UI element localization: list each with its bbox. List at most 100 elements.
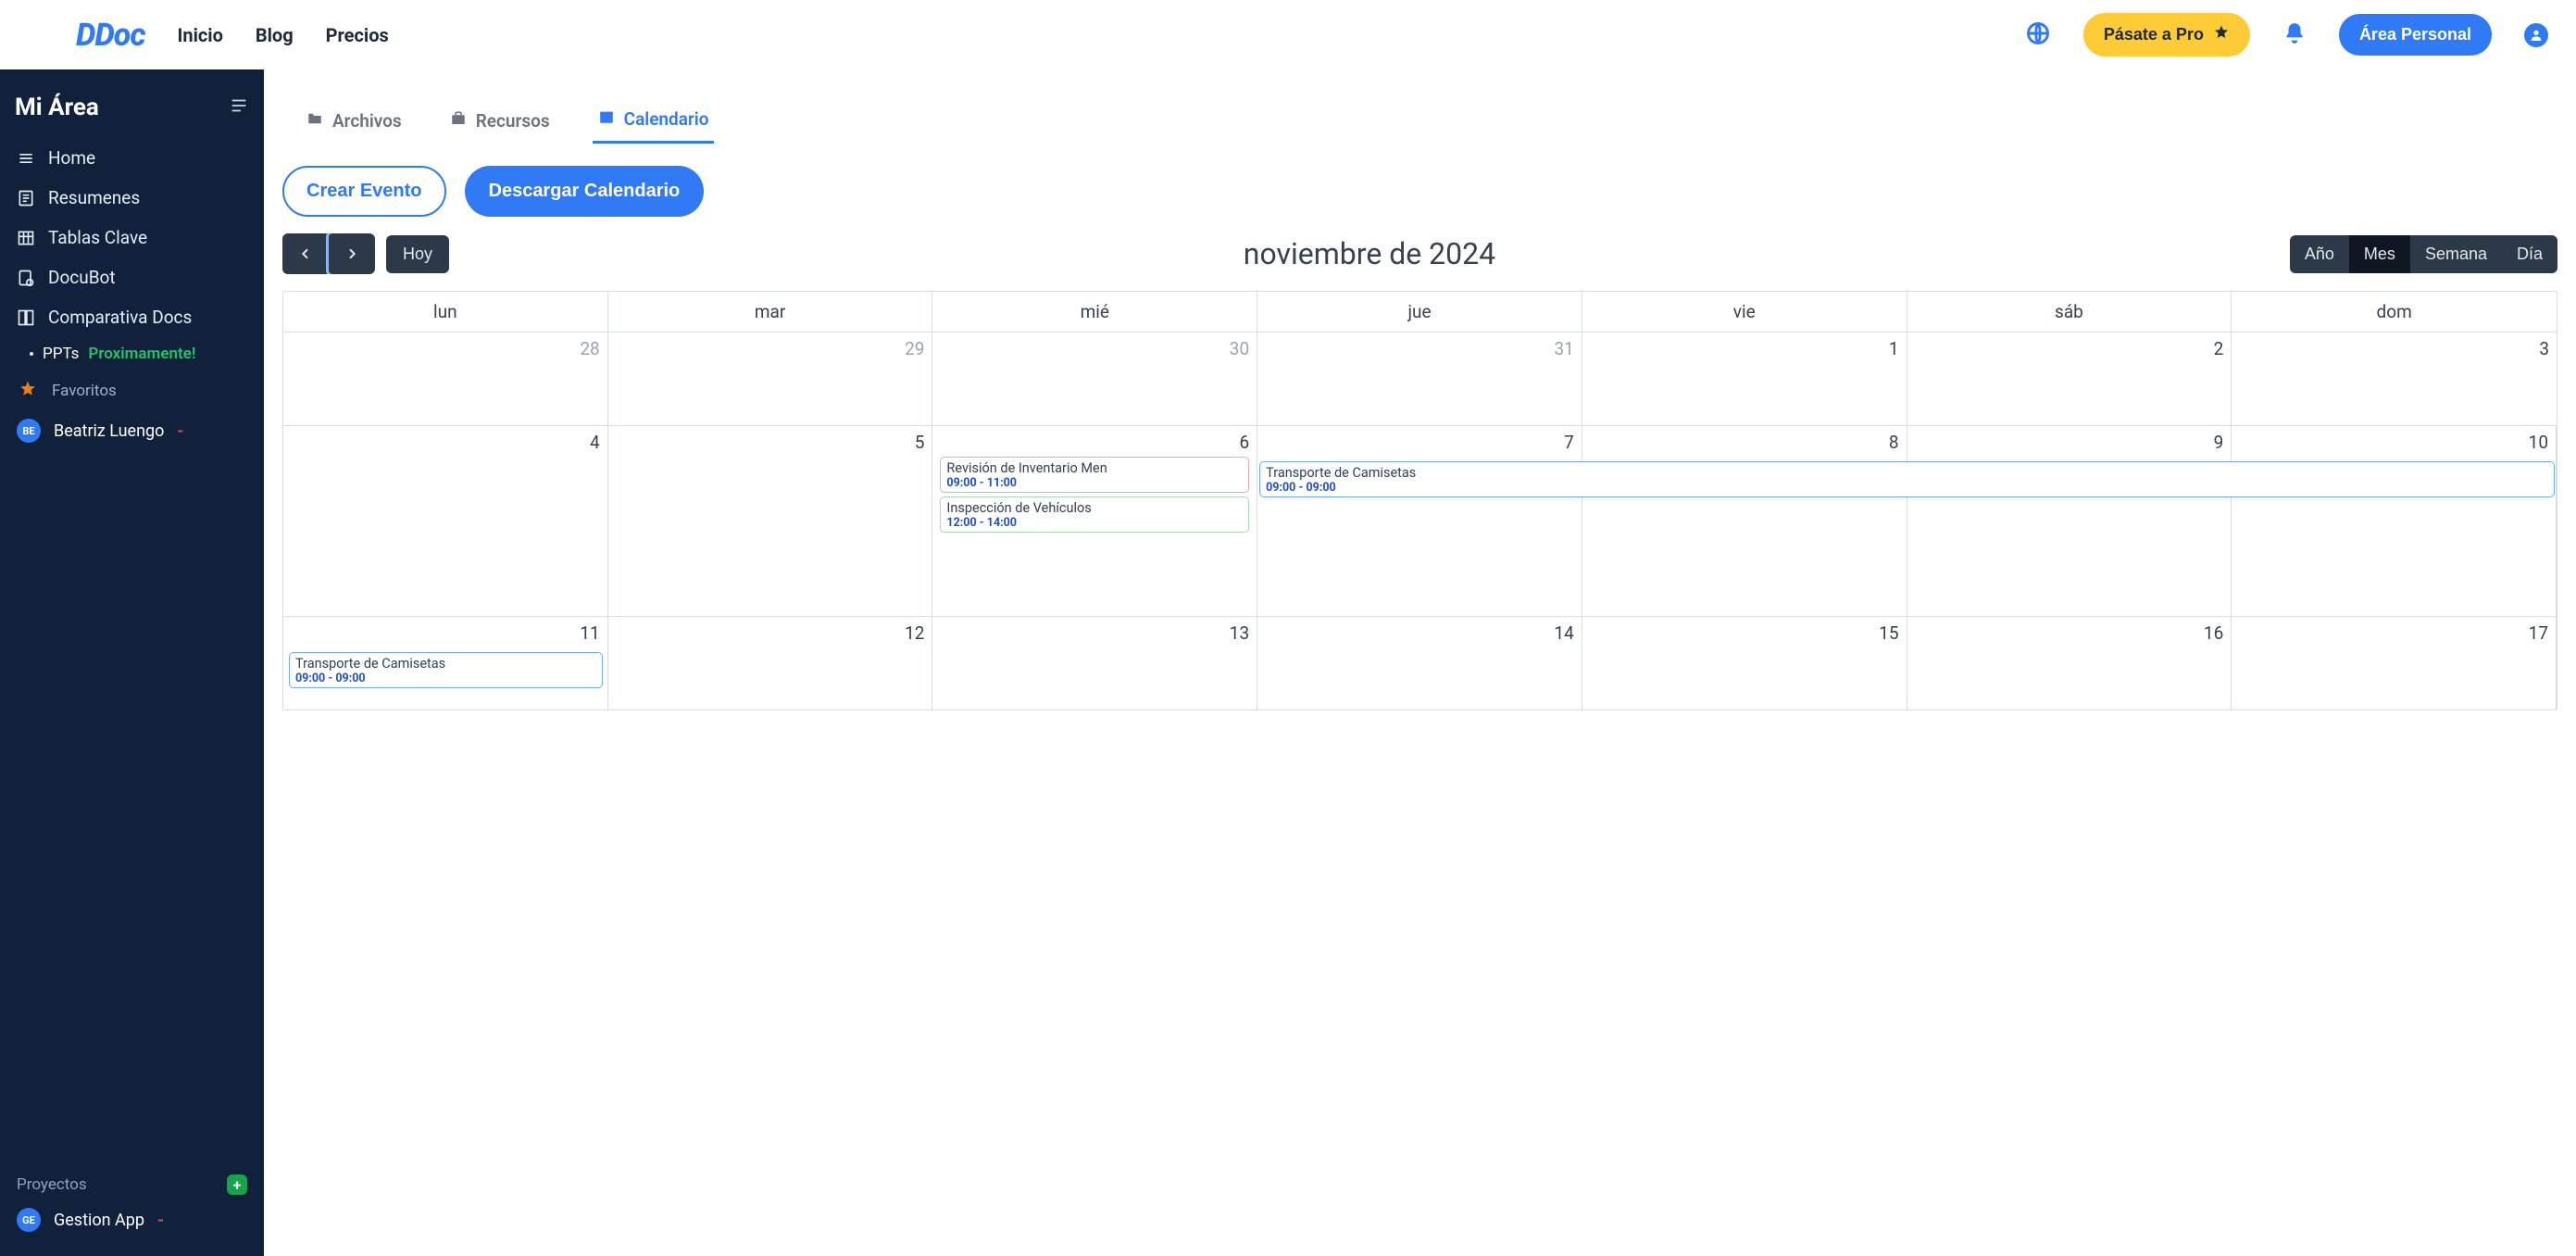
calendar-cell[interactable]: 8 xyxy=(1582,426,1907,616)
calendar-cell[interactable]: 29 xyxy=(608,333,933,425)
remove-project-button[interactable]: - xyxy=(157,1211,164,1230)
view-year-button[interactable]: Año xyxy=(2290,235,2349,273)
tab-label: Calendario xyxy=(624,108,709,130)
globe-icon[interactable] xyxy=(2025,20,2051,50)
day-number: 2 xyxy=(1915,336,2224,359)
weekday-label: lun xyxy=(283,292,608,332)
calendar-cell[interactable]: 6 Revisión de Inventario Men 09:00 - 11:… xyxy=(932,426,1257,616)
avatar-icon[interactable] xyxy=(2524,23,2548,47)
nav-link-blog[interactable]: Blog xyxy=(256,24,294,46)
event-time: 09:00 - 11:00 xyxy=(946,476,1243,490)
dot-icon xyxy=(30,352,33,356)
day-number: 1 xyxy=(1590,336,1899,359)
tab-archivos[interactable]: Archivos xyxy=(301,97,407,144)
sidebar: Mi Área Home Resumenes Tablas Clave Docu… xyxy=(0,69,264,1256)
sidebar-user-row[interactable]: BE Beatriz Luengo - xyxy=(11,411,253,450)
tab-label: Recursos xyxy=(476,110,550,132)
day-number: 9 xyxy=(1915,430,2224,453)
bell-icon[interactable] xyxy=(2282,21,2307,49)
sidebar-item-tablas[interactable]: Tablas Clave xyxy=(11,218,253,257)
view-month-button[interactable]: Mes xyxy=(2349,235,2410,273)
weekday-label: sáb xyxy=(1907,292,2232,332)
upgrade-pro-button[interactable]: Pásate a Pro xyxy=(2083,13,2250,57)
nav-link-inicio[interactable]: Inicio xyxy=(178,24,223,46)
day-number: 31 xyxy=(1265,336,1574,359)
menu-toggle-icon[interactable] xyxy=(229,95,249,119)
sidebar-item-resumenes[interactable]: Resumenes xyxy=(11,178,253,218)
calendar-cell[interactable]: 2 xyxy=(1907,333,2232,425)
calendar-cell[interactable]: 31 xyxy=(1257,333,1582,425)
today-button[interactable]: Hoy xyxy=(386,235,449,273)
calendar-cell[interactable]: 28 xyxy=(283,333,608,425)
day-number: 6 xyxy=(940,430,1249,453)
nav-link-precios[interactable]: Precios xyxy=(326,24,389,46)
add-project-button[interactable]: + xyxy=(227,1174,247,1195)
event-time: 12:00 - 14:00 xyxy=(946,516,1243,530)
calendar-grid: lun mar mié jue vie sáb dom 28 29 30 31 … xyxy=(282,291,2557,710)
tab-recursos[interactable]: Recursos xyxy=(444,97,556,144)
sidebar-favorites[interactable]: Favoritos xyxy=(11,371,253,411)
day-number: 13 xyxy=(940,621,1249,644)
calendar-row: 11 12 13 14 15 16 17 Transporte de Camis… xyxy=(283,616,2557,710)
calendar-cell[interactable]: 3 xyxy=(2232,333,2557,425)
folder-icon xyxy=(306,110,323,132)
tab-calendario[interactable]: Calendario xyxy=(593,97,715,144)
user-name: Beatriz Luengo xyxy=(54,421,164,441)
day-number: 3 xyxy=(2239,336,2549,359)
calendar-cell[interactable]: 4 xyxy=(283,426,608,616)
day-number: 16 xyxy=(1915,621,2224,644)
project-name: Gestion App xyxy=(54,1211,144,1230)
sidebar-project-row[interactable]: GE Gestion App - xyxy=(11,1200,253,1239)
sidebar-item-label: DocuBot xyxy=(48,267,116,288)
sidebar-item-home[interactable]: Home xyxy=(11,138,253,178)
calendar-cell[interactable]: 15 xyxy=(1582,617,1907,710)
calendar-cell[interactable]: 9 xyxy=(1907,426,2232,616)
favorites-label: Favoritos xyxy=(52,382,117,400)
weekday-label: mié xyxy=(932,292,1257,332)
event-time: 09:00 - 09:00 xyxy=(295,672,596,685)
calendar-cell[interactable]: 5 xyxy=(608,426,933,616)
calendar-multi-day-event[interactable]: Transporte de Camisetas 09:00 - 09:00 xyxy=(1259,461,2555,497)
calendar-event[interactable]: Inspección de Vehículos 12:00 - 14:00 xyxy=(940,496,1249,533)
calendar-event[interactable]: Revisión de Inventario Men 09:00 - 11:00 xyxy=(940,457,1249,493)
sidebar-item-docubot[interactable]: DocuBot xyxy=(11,257,253,297)
day-number: 15 xyxy=(1590,621,1899,644)
calendar-cell[interactable]: 12 xyxy=(608,617,933,710)
download-calendar-button[interactable]: Descargar Calendario xyxy=(465,166,705,217)
day-number: 28 xyxy=(291,336,600,359)
event-title: Inspección de Vehículos xyxy=(946,500,1243,516)
day-number: 12 xyxy=(616,621,925,644)
calendar-cell[interactable]: 1 xyxy=(1582,333,1907,425)
view-day-button[interactable]: Día xyxy=(2502,235,2557,273)
view-week-button[interactable]: Semana xyxy=(2410,235,2502,273)
personal-area-button[interactable]: Área Personal xyxy=(2339,14,2492,56)
sidebar-title: Mi Área xyxy=(15,94,99,121)
logo[interactable]: DDoc xyxy=(76,17,145,54)
calendar-cell[interactable]: 13 xyxy=(932,617,1257,710)
sidebar-item-ppts[interactable]: PPTs Proximamente! xyxy=(11,337,253,371)
ppt-label: PPTs xyxy=(43,345,79,363)
projects-header: Proyectos + xyxy=(11,1169,253,1200)
remove-user-button[interactable]: - xyxy=(177,421,183,441)
day-number: 30 xyxy=(940,336,1249,359)
calendar-row: 4 5 6 Revisión de Inventario Men 09:00 -… xyxy=(283,425,2557,616)
prev-button[interactable] xyxy=(282,233,329,274)
calendar-cell[interactable]: 14 xyxy=(1257,617,1582,710)
create-event-button[interactable]: Crear Evento xyxy=(282,166,446,217)
day-number: 11 xyxy=(291,621,600,644)
sidebar-item-label: Comparativa Docs xyxy=(48,307,192,328)
day-number: 17 xyxy=(2239,621,2548,644)
weekday-label: jue xyxy=(1257,292,1582,332)
coming-soon-label: Proximamente! xyxy=(88,345,195,363)
star-icon xyxy=(19,380,37,402)
calendar-cell[interactable]: 7 xyxy=(1257,426,1582,616)
next-button[interactable] xyxy=(329,233,375,274)
calendar-cell[interactable]: 10 xyxy=(2232,426,2557,616)
calendar-cell[interactable]: 16 xyxy=(1907,617,2232,710)
sidebar-item-comparativa[interactable]: Comparativa Docs xyxy=(11,297,253,337)
upgrade-pro-label: Pásate a Pro xyxy=(2104,25,2204,44)
calendar-cell[interactable]: 17 xyxy=(2232,617,2557,710)
calendar-event[interactable]: Transporte de Camisetas 09:00 - 09:00 xyxy=(289,652,603,688)
day-number: 7 xyxy=(1265,430,1574,453)
calendar-cell[interactable]: 30 xyxy=(932,333,1257,425)
